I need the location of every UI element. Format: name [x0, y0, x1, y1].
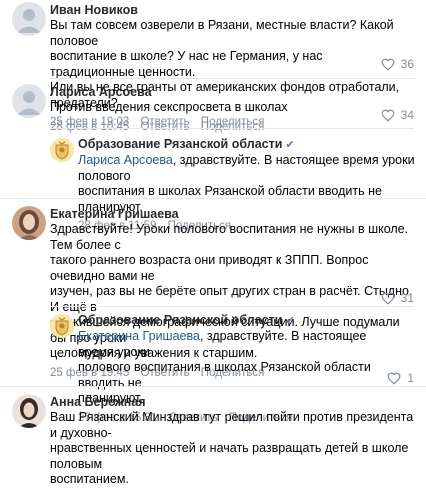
comment-line: Ваш Рязанский Минздрав тут решил пойти п… — [50, 410, 414, 440]
like-button[interactable]: 36 — [381, 57, 414, 71]
default-avatar-icon — [12, 2, 46, 36]
comment-line: Екатерина Гришаева, здравствуйте. В наст… — [78, 329, 398, 360]
divider — [50, 306, 414, 307]
comment-line: такого раннего возраста они приводят к З… — [50, 253, 369, 283]
like-count: 31 — [400, 291, 414, 305]
user-photo-icon — [12, 394, 46, 428]
comment-line: воспитание в школе? У нас не Германия, у… — [50, 49, 323, 79]
comment-date[interactable]: 28 фев в 10:45 — [50, 121, 129, 133]
like-button[interactable]: 34 — [381, 108, 414, 122]
avatar[interactable] — [50, 138, 74, 162]
avatar[interactable] — [12, 394, 46, 428]
comment-text: Против введения секспросвета в школах — [50, 100, 410, 116]
avatar[interactable] — [12, 84, 46, 118]
heart-icon — [381, 292, 395, 305]
author-name[interactable]: Иван Новиков — [50, 2, 410, 18]
default-avatar-icon — [12, 84, 46, 118]
author-name[interactable]: Анна Бережная — [50, 394, 416, 410]
avatar[interactable] — [12, 2, 46, 36]
comment-line: Вы там совсем озверели в Рязани, местные… — [50, 18, 394, 48]
like-button[interactable]: 31 — [381, 291, 414, 305]
heart-icon — [387, 372, 401, 385]
like-count: 34 — [400, 108, 414, 122]
divider — [50, 128, 414, 129]
user-photo-icon — [12, 206, 46, 240]
coat-of-arms-icon — [50, 138, 74, 162]
comment-line: Здравствуйте! Уроки полового воспитания … — [50, 222, 409, 252]
author-name-text: Образование Рязанской области — [78, 137, 283, 151]
comment-meta: 28 фев в 10:45 Ответить Поделиться — [50, 120, 410, 134]
share-link[interactable]: Поделиться — [201, 121, 265, 133]
author-name[interactable]: Лариса Арсоева — [50, 84, 410, 100]
avatar[interactable] — [50, 314, 74, 338]
reply-to-link[interactable]: Екатерина Гришаева — [78, 329, 200, 343]
avatar[interactable] — [12, 206, 46, 240]
reply-link[interactable]: Ответить — [140, 121, 189, 133]
reply-comment: Образование Рязанской области ✔ Екатерина… — [0, 312, 426, 424]
comment-line: Лариса Арсоева, здравствуйте. В настояще… — [78, 153, 418, 184]
coat-of-arms-icon — [50, 314, 74, 338]
author-name[interactable]: Екатерина Гришаева — [50, 206, 416, 222]
comment-line: воспитанием. — [50, 472, 129, 486]
comment-text: Ваш Рязанский Минздрав тут решил пойти п… — [50, 410, 416, 488]
author-name[interactable]: Образование Рязанской области ✔ — [78, 312, 398, 329]
comment: Анна Бережная Ваш Рязанский Минздрав тут… — [0, 394, 426, 486]
comments-feed: Иван Новиков Вы там совсем озверели в Ря… — [0, 0, 426, 486]
comment-line: изучен, раз вы не берёте опыт других стр… — [50, 284, 413, 314]
comment-body: Лариса Арсоева Против введения секспросв… — [50, 84, 410, 134]
like-button[interactable]: 1 — [387, 371, 414, 385]
like-count: 36 — [400, 57, 414, 71]
comment-line: нравственных ценностей и начать развраща… — [50, 441, 409, 471]
heart-icon — [381, 109, 395, 122]
divider — [0, 198, 426, 199]
comment-line: Против введения секспросвета в школах — [50, 100, 288, 114]
comment: Лариса Арсоева Против введения секспросв… — [0, 84, 426, 134]
comment-body: Анна Бережная Ваш Рязанский Минздрав тут… — [50, 394, 416, 488]
check-icon: ✔ — [285, 315, 295, 327]
author-name-text: Образование Рязанской области — [78, 313, 283, 327]
comment: Иван Новиков Вы там совсем озверели в Ря… — [0, 0, 426, 128]
divider — [50, 78, 414, 79]
like-count: 1 — [407, 371, 414, 385]
author-name[interactable]: Образование Рязанской области ✔ — [78, 136, 418, 153]
check-icon: ✔ — [285, 139, 295, 151]
heart-icon — [381, 58, 395, 71]
reply-comment: Образование Рязанской области ✔ Лариса Ар… — [0, 136, 426, 232]
comment: Екатерина Гришаева Здравствуйте! Уроки п… — [0, 206, 426, 379]
divider — [0, 386, 426, 387]
reply-to-link[interactable]: Лариса Арсоева — [78, 153, 173, 167]
